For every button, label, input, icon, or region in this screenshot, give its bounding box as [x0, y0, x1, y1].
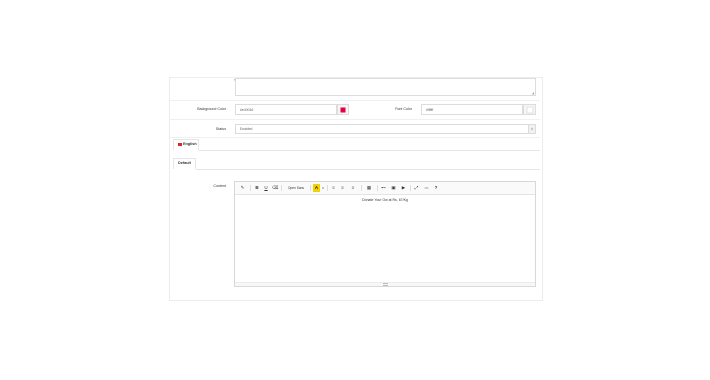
toolbar-separator: [377, 185, 378, 191]
bold-button[interactable]: B: [254, 184, 260, 192]
background-color-value: #e40046: [240, 107, 254, 112]
video-icon[interactable]: ▶: [400, 184, 407, 192]
toolbar-separator: [250, 185, 251, 191]
status-selected-value: Enabled: [240, 127, 253, 131]
underline-button[interactable]: U: [263, 184, 269, 192]
store-tab-active-frame: [173, 158, 196, 169]
store-tabs-underline: [196, 169, 540, 170]
help-icon[interactable]: ?: [433, 184, 439, 192]
row-divider: [170, 137, 540, 138]
picture-icon[interactable]: ▣: [390, 184, 397, 192]
toolbar-separator: [410, 185, 411, 191]
content-editor[interactable]: ✎ B U ⌫ Open Sans A ▾ ≡ ≡ ≡ ▦ ⊷ ▣ ▶ ⤢ </…: [234, 181, 536, 287]
content-label: Content: [213, 184, 226, 188]
editor-toolbar: ✎ B U ⌫ Open Sans A ▾ ≡ ≡ ≡ ▦ ⊷ ▣ ▶ ⤢ </…: [235, 182, 535, 195]
row-divider: [170, 119, 540, 120]
font-color-value: #ffffff: [426, 107, 434, 112]
toolbar-separator: [310, 185, 311, 191]
table-icon[interactable]: ▦: [364, 184, 374, 192]
eraser-icon[interactable]: ⌫: [272, 184, 278, 192]
status-select[interactable]: Enabled ⇕: [235, 124, 536, 134]
language-tabs-underline: [199, 150, 540, 151]
editor-resize-bar[interactable]: [235, 282, 535, 286]
background-color-label: Background Color: [197, 107, 226, 111]
background-color-picker-button[interactable]: [337, 104, 349, 115]
link-icon[interactable]: ⊷: [380, 184, 387, 192]
font-color-picker-button[interactable]: [523, 104, 536, 115]
background-color-input[interactable]: #e40046: [235, 104, 337, 115]
editor-content-text[interactable]: Donate Your Ow at Rs. 67/Kg: [235, 198, 535, 202]
resize-grip-icon: [383, 283, 388, 286]
chevron-down-icon[interactable]: ▾: [321, 184, 325, 192]
font-color-label: Font Color: [395, 107, 412, 111]
chevron-down-icon: ⇕: [528, 125, 535, 133]
status-label: Status: [215, 127, 226, 131]
textarea-resize-icon: ◢: [531, 91, 534, 95]
ordered-list-icon[interactable]: ≡: [339, 184, 346, 192]
custom-css-textarea[interactable]: ◢: [235, 78, 536, 96]
code-view-icon[interactable]: </>: [422, 184, 431, 192]
unordered-list-icon[interactable]: ≡: [330, 184, 337, 192]
toolbar-separator: [327, 185, 328, 191]
background-color-swatch: [340, 107, 346, 112]
font-color-swatch: [526, 106, 533, 113]
toolbar-separator: [361, 185, 362, 191]
font-color-input[interactable]: #ffffff: [421, 104, 523, 115]
language-tab-active-frame: [173, 139, 199, 150]
magic-wand-icon[interactable]: ✎: [238, 184, 247, 192]
toolbar-separator: [281, 185, 282, 191]
font-name-dropdown[interactable]: Open Sans: [284, 184, 308, 192]
fullscreen-icon[interactable]: ⤢: [413, 184, 420, 192]
font-color-icon[interactable]: A: [313, 184, 320, 192]
row-divider: [170, 100, 540, 101]
paragraph-align-icon[interactable]: ≡: [348, 184, 358, 192]
